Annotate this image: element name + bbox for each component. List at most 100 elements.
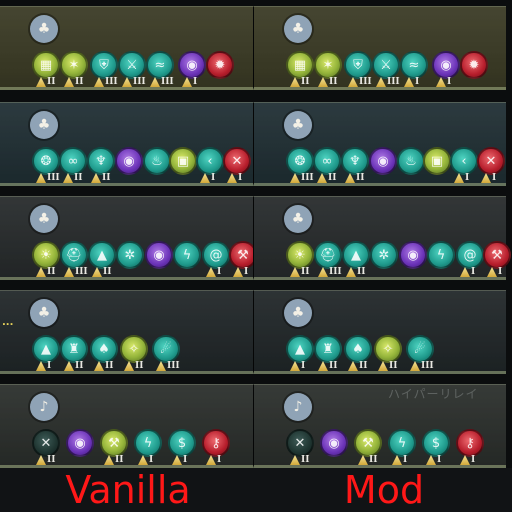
tree-icon[interactable]: ♠ [344,335,372,363]
chevron-icon[interactable]: ‹ [450,147,478,175]
rocket-icon[interactable]: ▲ [32,335,60,363]
shield-icon[interactable]: ⛨ [344,51,372,79]
perk-slot[interactable]: ✹ [458,49,492,93]
rocket-icon[interactable]: ▲ [286,335,314,363]
cart-icon[interactable]: ♜ [60,335,88,363]
bolt-icon[interactable]: ϟ [173,241,201,269]
signal-icon[interactable]: ◉ [178,51,206,79]
perk-slot[interactable]: ✧ II [372,333,406,377]
signal-icon[interactable]: ◉ [369,147,397,175]
cart-icon[interactable]: ♜ [314,335,342,363]
sword-ring-icon[interactable]: ⚔ [118,51,146,79]
warrior-class-icon[interactable]: ♣ [30,299,58,327]
wave-icon[interactable]: ≈ [146,51,174,79]
hammer-icon[interactable]: ⚒ [483,241,511,269]
fortress-icon[interactable]: ▦ [32,51,60,79]
perk-slot[interactable]: ⚒ I [481,239,512,283]
goggles-icon[interactable]: ∞ [59,147,87,175]
perk-slot[interactable]: ✶ II [312,49,346,93]
display-icon[interactable]: ▣ [169,147,197,175]
warrior-class-icon[interactable]: ♣ [284,299,312,327]
warrior-class-icon[interactable]: ♣ [30,205,58,233]
slash-icon[interactable]: ✕ [223,147,251,175]
strike-icon[interactable]: ✹ [460,51,488,79]
comet-icon[interactable]: ☄ [406,335,434,363]
perk-slot[interactable]: ☄ III [404,333,438,377]
rocket-icon[interactable]: ▲ [342,241,370,269]
money-bag-icon[interactable]: $ [168,429,196,457]
chevron-icon[interactable]: ‹ [196,147,224,175]
perk-slot[interactable]: ✕ I [475,145,509,189]
perk-slot[interactable]: $ I [166,427,200,471]
perk-slot[interactable]: ϟI [132,427,166,471]
tree-icon[interactable]: ♠ [90,335,118,363]
perk-slot[interactable]: ♜ II [312,333,346,377]
warrior-class-icon[interactable]: ♣ [284,205,312,233]
strike-icon[interactable]: ✹ [206,51,234,79]
sun-burst-icon[interactable]: ☀ [286,241,314,269]
figure-icon[interactable]: ♆ [341,147,369,175]
warrior-class-icon[interactable]: ♣ [284,111,312,139]
perk-slot[interactable]: ⚒ II [98,427,132,471]
perk-slot[interactable]: ϟI [386,427,420,471]
gear-icon[interactable]: ✲ [116,241,144,269]
perk-slot[interactable]: ✕ I [221,145,255,189]
comet-icon[interactable]: ☄ [152,335,180,363]
perk-slot[interactable]: ♠ II [88,333,122,377]
signal-icon[interactable]: ◉ [115,147,143,175]
brain-icon[interactable]: ❂ [32,147,60,175]
signal-icon[interactable]: ◉ [145,241,173,269]
helmet-icon[interactable]: ⛑ [60,241,88,269]
perk-slot[interactable]: ⚒ II [352,427,386,471]
helmet-icon[interactable]: ⛑ [314,241,342,269]
slash-icon[interactable]: ✕ [477,147,505,175]
goggles-icon[interactable]: ∞ [313,147,341,175]
tools-icon[interactable]: ⚒ [100,429,128,457]
key-icon[interactable]: ⚷ [456,429,484,457]
spiral-icon[interactable]: @ [202,241,230,269]
perk-slot[interactable]: ⚷ I [454,427,488,471]
warrior-class-icon[interactable]: ♣ [30,111,58,139]
perk-slot[interactable]: ✕ II [30,427,64,471]
perk-slot[interactable]: ♜ II [58,333,92,377]
bolt-icon[interactable]: ϟ [134,429,162,457]
signal-icon[interactable]: ◉ [399,241,427,269]
cross-icon[interactable]: ✕ [32,429,60,457]
signal-icon[interactable]: ◉ [432,51,460,79]
perk-slot[interactable]: ♠ II [342,333,376,377]
perk-slot[interactable]: ≈ III [144,49,178,93]
cross-icon[interactable]: ✕ [286,429,314,457]
perk-slot[interactable]: ≈ I [398,49,432,93]
warrior-class-icon[interactable]: ♣ [30,15,58,43]
key-icon[interactable]: ⚷ [202,429,230,457]
support-class-icon[interactable]: ♪ [30,393,58,421]
signal-icon[interactable]: ◉ [66,429,94,457]
perk-slot[interactable]: ☄ III [150,333,184,377]
perk-slot[interactable]: ✕ II [284,427,318,471]
display-icon[interactable]: ▣ [423,147,451,175]
star-emblem-icon[interactable]: ✶ [314,51,342,79]
money-bag-icon[interactable]: $ [422,429,450,457]
gear-icon[interactable]: ✲ [370,241,398,269]
perk-slot[interactable]: $ I [420,427,454,471]
perk-slot[interactable]: ◉ [318,427,352,471]
support-class-icon[interactable]: ♪ [284,393,312,421]
perk-slot[interactable]: ✧ II [118,333,152,377]
bolt-icon[interactable]: ϟ [427,241,455,269]
brain-icon[interactable]: ❂ [286,147,314,175]
bolt-icon[interactable]: ϟ [388,429,416,457]
spiral-icon[interactable]: @ [456,241,484,269]
figure-icon[interactable]: ♆ [87,147,115,175]
perk-slot[interactable]: ◉ [64,427,98,471]
perk-slot[interactable]: ⚷ I [200,427,234,471]
rocket-icon[interactable]: ▲ [88,241,116,269]
signal-icon[interactable]: ◉ [320,429,348,457]
perk-slot[interactable]: ✶ II [58,49,92,93]
crest-icon[interactable]: ✧ [120,335,148,363]
wave-icon[interactable]: ≈ [400,51,428,79]
shield-icon[interactable]: ⛨ [90,51,118,79]
warrior-class-icon[interactable]: ♣ [284,15,312,43]
sword-ring-icon[interactable]: ⚔ [372,51,400,79]
tools-icon[interactable]: ⚒ [354,429,382,457]
star-emblem-icon[interactable]: ✶ [60,51,88,79]
